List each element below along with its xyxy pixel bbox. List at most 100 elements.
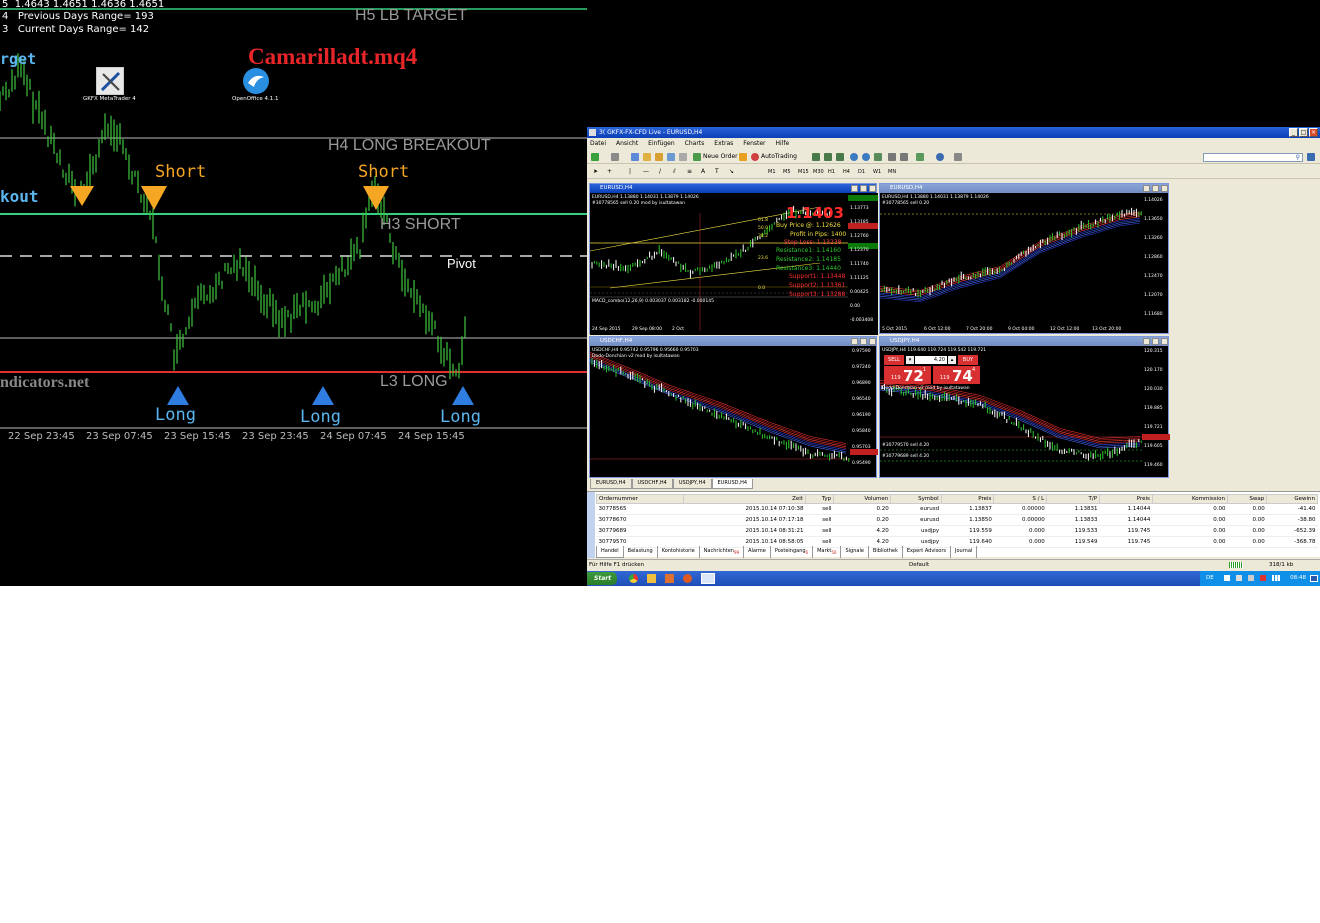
signal-icon[interactable]: [1272, 575, 1280, 581]
data-window-icon[interactable]: [643, 153, 651, 161]
tray-icon[interactable]: [1248, 575, 1254, 581]
chart-tab[interactable]: EURUSD,H4: [711, 479, 754, 489]
help-icon[interactable]: [1307, 153, 1315, 161]
table-row[interactable]: 30779689 2015.10.14 08:31:21 sell 4.20 usdjp…: [596, 525, 1318, 537]
sell-button[interactable]: SELL: [884, 355, 904, 365]
firefox-icon[interactable]: [683, 574, 692, 583]
profiles-icon[interactable]: [611, 153, 619, 161]
terminal-tab[interactable]: Kontohistorie: [658, 546, 700, 558]
terminal-tab[interactable]: Markt50: [813, 546, 842, 558]
terminal-tab[interactable]: Belastung: [624, 546, 658, 558]
channel-icon[interactable]: ⫽: [673, 167, 676, 177]
chart-maximize-button[interactable]: [1152, 185, 1159, 192]
bid-price-box[interactable]: 119 72 1: [884, 366, 931, 385]
zoom-in-icon[interactable]: [850, 153, 858, 161]
new-order-button[interactable]: Neue Order: [703, 152, 738, 162]
chart-window-usdchf[interactable]: USDCHF,H4 USDCHF,H4 0.95742 0.95796 0.95…: [589, 336, 878, 478]
chart-maximize-button[interactable]: [1152, 338, 1159, 345]
menu-item[interactable]: Charts: [685, 138, 705, 149]
chart-title[interactable]: USDCHF,H4: [590, 337, 876, 346]
arrows-icon[interactable]: ↘: [729, 167, 734, 177]
buy-button[interactable]: BUY: [958, 355, 978, 365]
chart-title[interactable]: EURUSD,H4: [590, 184, 876, 193]
fibonacci-icon[interactable]: ≡: [687, 167, 692, 177]
menu-item[interactable]: Extras: [714, 138, 733, 149]
cursor-icon[interactable]: ➤: [593, 167, 598, 177]
chart-tab[interactable]: USDCHF,H4: [631, 479, 673, 489]
column-header[interactable]: Kommission: [1151, 494, 1229, 504]
column-header[interactable]: Typ: [804, 494, 835, 504]
autotrading-icon[interactable]: [751, 153, 759, 161]
timeframe-button[interactable]: M15: [798, 167, 809, 177]
window-titlebar[interactable]: 3( GKFX-FX-CFD Live - EURUSD,H4 _ □ ×: [587, 127, 1320, 138]
chart-tab[interactable]: EURUSD,H4: [590, 479, 632, 489]
chart-window-eurusd[interactable]: EURUSD,H4 EURUSD,H4 1.13880 1.14031 1.13…: [589, 183, 878, 335]
tile-windows-icon[interactable]: [874, 153, 882, 161]
timeframe-button[interactable]: M30: [813, 167, 824, 177]
lot-size-input[interactable]: 4.20: [915, 356, 947, 364]
search-input[interactable]: ⚲: [1203, 153, 1303, 162]
column-header[interactable]: Preis: [940, 494, 995, 504]
autoscroll-icon[interactable]: [900, 153, 908, 161]
crosshair-icon[interactable]: +: [607, 167, 612, 177]
chart-close-button[interactable]: [1161, 338, 1168, 345]
terminal-icon[interactable]: [667, 153, 675, 161]
zoom-out-icon[interactable]: [862, 153, 870, 161]
tester-icon[interactable]: [679, 153, 687, 161]
column-header[interactable]: Gewinn: [1266, 494, 1318, 504]
language-indicator[interactable]: DE: [1206, 571, 1214, 586]
market-watch-icon[interactable]: [631, 153, 639, 161]
chart-minimize-button[interactable]: [1143, 185, 1150, 192]
column-header[interactable]: T/P: [1046, 494, 1101, 504]
terminal-tab[interactable]: Alarme: [744, 546, 771, 558]
metaeditor-icon[interactable]: [739, 153, 747, 161]
indicators-icon[interactable]: [916, 153, 924, 161]
lot-down-button[interactable]: ▾: [906, 356, 914, 364]
periods-icon[interactable]: [936, 153, 944, 161]
chart-close-button[interactable]: [869, 338, 876, 345]
timeframe-button[interactable]: H4: [843, 167, 850, 177]
column-header[interactable]: Swap: [1227, 494, 1268, 504]
media-icon[interactable]: [665, 574, 674, 583]
start-button[interactable]: Start: [587, 572, 617, 585]
chart-title[interactable]: USDJPY,H4: [880, 337, 1168, 346]
menu-item[interactable]: Hilfe: [776, 138, 790, 149]
chart-shift-icon[interactable]: [888, 153, 896, 161]
terminal-tab[interactable]: Posteingang6: [771, 546, 814, 558]
column-header[interactable]: Symbol: [890, 494, 942, 504]
text-icon[interactable]: A: [701, 167, 705, 177]
chart-tab[interactable]: USDJPY,H4: [672, 479, 712, 489]
templates-icon[interactable]: [954, 153, 962, 161]
table-row[interactable]: 30778565 2015.10.14 07:10:38 sell 0.20 eurus…: [596, 503, 1318, 515]
minimize-button[interactable]: _: [1289, 128, 1298, 137]
chrome-icon[interactable]: [629, 574, 638, 583]
timeframe-button[interactable]: D1: [858, 167, 865, 177]
tray-icon[interactable]: [1260, 575, 1266, 581]
chart-maximize-button[interactable]: [860, 338, 867, 345]
chart-title[interactable]: EURUSD,H4: [880, 184, 1168, 193]
ask-price-box[interactable]: 119 74 4: [933, 366, 980, 385]
close-button[interactable]: ×: [1309, 128, 1318, 137]
chart-window-usdjpy[interactable]: USDJPY,H4 USDJPY,H4 119.640 119.724 119.…: [879, 336, 1170, 478]
table-row[interactable]: 30778670 2015.10.14 07:17:18 sell 0.20 eurus…: [596, 514, 1318, 526]
timeframe-button[interactable]: M1: [768, 167, 776, 177]
menu-item[interactable]: Ansicht: [616, 138, 638, 149]
column-header[interactable]: Volumen: [833, 494, 892, 504]
column-header[interactable]: Ordernummer: [596, 494, 684, 504]
openoffice-icon[interactable]: [242, 67, 270, 95]
terminal-tab[interactable]: Handel: [596, 546, 624, 558]
line-chart-icon[interactable]: [836, 153, 844, 161]
metatrader-task-icon[interactable]: [701, 573, 715, 584]
chart-window-eurusd-2[interactable]: EURUSD,H4 EURUSD,H4 1.13880 1.14031 1.13…: [879, 183, 1169, 334]
timeframe-button[interactable]: W1: [873, 167, 881, 177]
column-header[interactable]: S / L: [993, 494, 1048, 504]
tray-icon[interactable]: [1224, 575, 1230, 581]
menu-item[interactable]: Datei: [590, 138, 606, 149]
new-order-icon[interactable]: [693, 153, 701, 161]
bar-chart-icon[interactable]: [812, 153, 820, 161]
terminal-sidebar[interactable]: [587, 492, 595, 558]
terminal-tab[interactable]: Journal: [951, 546, 978, 558]
label-icon[interactable]: T: [715, 167, 719, 177]
chart-minimize-button[interactable]: [1143, 338, 1150, 345]
explorer-icon[interactable]: [647, 574, 656, 583]
